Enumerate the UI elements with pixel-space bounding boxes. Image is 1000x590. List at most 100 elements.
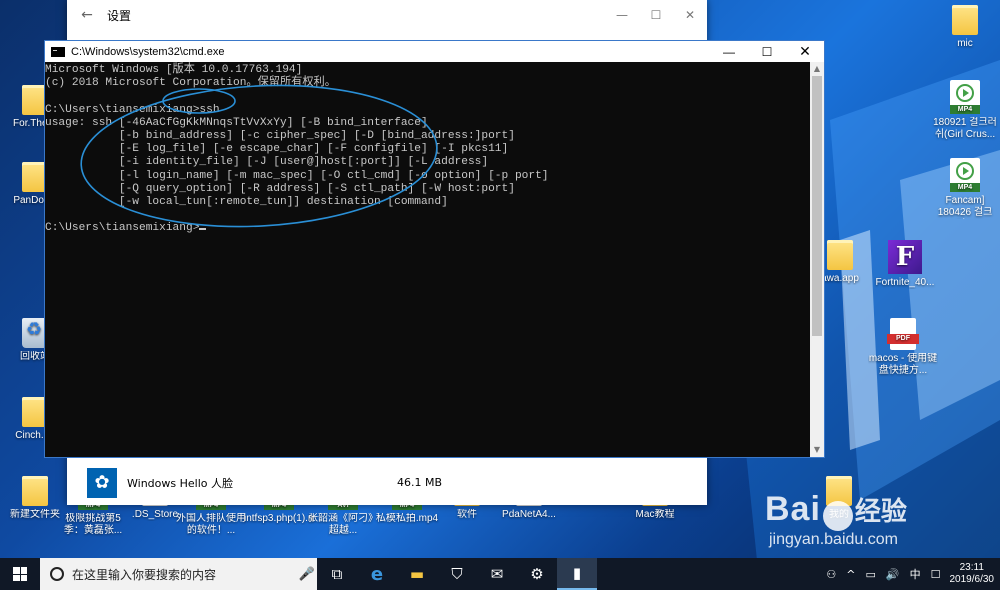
cmd-titlebar[interactable]: C:\Windows\system32\cmd.exe — ☐ ✕ xyxy=(45,41,824,62)
console-line: C:\Users\tiansemixiang> xyxy=(45,222,810,235)
folder-icon xyxy=(22,476,48,506)
cmd-icon: ▮ xyxy=(572,564,582,582)
store-icon: ⛉ xyxy=(451,565,463,583)
console-line: [-Q query_option] [-R address] [-S ctl_p… xyxy=(45,182,515,195)
console-line: usage: ssh [-46AaCfGgKkMNnqsTtVvXxYy] [-… xyxy=(45,116,428,129)
cmd-maximize-button[interactable]: ☐ xyxy=(748,45,786,59)
app-size: 46.1 MB xyxy=(397,476,443,489)
volume-icon[interactable]: 🔊 xyxy=(886,568,900,581)
clock-time: 23:11 xyxy=(959,562,984,573)
desktop-icon-mp4-180921[interactable]: MP4 180921 걸크러쉬(Girl Crus... xyxy=(930,80,1000,141)
cmd-window[interactable]: C:\Windows\system32\cmd.exe — ☐ ✕ Micros… xyxy=(44,40,825,458)
cmd-title: C:\Windows\system32\cmd.exe xyxy=(71,45,225,58)
cmd-minimize-button[interactable]: — xyxy=(710,45,748,59)
text-cursor xyxy=(199,228,207,231)
console-line: [-b bind_address] [-c cipher_spec] [-D [… xyxy=(45,129,515,142)
play-icon xyxy=(956,162,974,180)
console-line: [-E log_file] [-e escape_char] [-F confi… xyxy=(45,143,509,156)
desktop-icon-label: 外国人排队使用的软件！... xyxy=(176,513,246,536)
taskbar-button-mail[interactable]: ✉ xyxy=(477,558,517,590)
taskbar-button-cmd[interactable]: ▮ xyxy=(557,558,597,590)
notification-icon[interactable]: ☐ xyxy=(931,568,941,581)
scroll-up-icon[interactable]: ▲ xyxy=(810,62,824,76)
app-list-item-windows-hello[interactable]: ✿ Windows Hello 人脸 46.1 MB xyxy=(67,460,707,505)
cmd-close-button[interactable]: ✕ xyxy=(786,43,824,60)
app-name: Windows Hello 人脸 xyxy=(127,476,233,490)
desktop-icon-label: 软件 xyxy=(457,509,477,520)
settings-titlebar[interactable]: ← 设置 — ☐ ✕ xyxy=(67,0,707,30)
people-icon[interactable]: ⚇ xyxy=(826,568,836,581)
video-file-icon: MP4 xyxy=(950,158,980,192)
taskbar-search-box[interactable]: 在这里输入你要搜索的内容 🎤 xyxy=(40,558,317,590)
taskbar-button-edge[interactable]: e xyxy=(357,558,397,590)
cmd-scrollbar[interactable]: ▲ ▼ xyxy=(810,62,824,457)
taskbar: 在这里输入你要搜索的内容 🎤 ⧉ e ▬ ⛉ ✉ ⚙ ▮ ⚇ ^ ▭ 🔊 中 ☐ 23:11… xyxy=(0,558,1000,590)
clock[interactable]: 23:11 2019/6/30 xyxy=(950,562,995,586)
settings-close-button[interactable]: ✕ xyxy=(673,8,707,22)
gear-icon: ⚙ xyxy=(530,565,544,583)
clock-date: 2019/6/30 xyxy=(949,574,995,585)
cortana-icon xyxy=(50,567,64,581)
search-placeholder: 在这里输入你要搜索的内容 xyxy=(72,567,217,582)
start-button[interactable] xyxy=(0,558,40,590)
edge-icon: e xyxy=(370,563,384,585)
file-type-tag: MP4 xyxy=(950,183,980,192)
taskbar-button-task-view[interactable]: ⧉ xyxy=(317,558,357,590)
tray-expand-icon[interactable]: ^ xyxy=(846,568,855,581)
desktop-icon-label: PdaNetA4... xyxy=(502,509,556,520)
file-type-tag: PDF xyxy=(887,334,919,344)
desktop-icon-label: mic xyxy=(957,38,973,49)
taskbar-button-settings[interactable]: ⚙ xyxy=(517,558,557,590)
settings-minimize-button[interactable]: — xyxy=(605,8,639,22)
watermark-url: jingyan.baidu.com xyxy=(769,530,898,548)
desktop-icon-label: 我的 xyxy=(829,509,849,520)
system-tray: ⚇ ^ ▭ 🔊 中 ☐ 23:11 2019/6/30 xyxy=(821,562,1000,586)
settings-title: 设置 xyxy=(107,8,132,23)
desktop-icon-mp4-fancam[interactable]: MP4 Fancam] 180426 걸크러... xyxy=(930,158,1000,219)
console-line: [-i identity_file] [-J [user@]host[:port… xyxy=(45,156,489,169)
scroll-thumb[interactable] xyxy=(812,76,822,336)
pdf-file-icon: PDF xyxy=(887,318,919,350)
desktop-icon-fortnite[interactable]: F Fortnite_40... xyxy=(870,240,940,289)
network-icon[interactable]: ▭ xyxy=(866,568,876,581)
play-icon xyxy=(956,84,974,102)
windows-hello-icon: ✿ xyxy=(87,467,117,498)
scroll-down-icon[interactable]: ▼ xyxy=(810,443,824,457)
folder-icon xyxy=(827,240,853,270)
file-type-tag: MP4 xyxy=(950,105,980,114)
console-line: C:\Users\tiansemixiang>ssh xyxy=(45,103,220,116)
video-file-icon: MP4 xyxy=(950,80,980,114)
microphone-icon[interactable]: 🎤 xyxy=(297,566,317,582)
folder-icon xyxy=(826,476,852,506)
fortnite-app-icon: F xyxy=(888,240,922,274)
desktop-icon-label: 张韶涵《阿刁》超越... xyxy=(308,513,378,536)
desktop-icon-label: Mac教程 xyxy=(635,509,675,520)
desktop-icon-label: 极限挑战第5季：黄磊张... xyxy=(63,513,123,536)
taskbar-button-store[interactable]: ⛉ xyxy=(437,558,477,590)
folder-icon: ▬ xyxy=(409,565,425,583)
folder-icon xyxy=(952,5,978,35)
task-view-icon: ⧉ xyxy=(331,565,343,583)
ime-indicator[interactable]: 中 xyxy=(910,566,921,582)
desktop-icon-label: 180921 걸크러쉬(Girl Crus... xyxy=(933,117,997,140)
desktop-icon-mic[interactable]: mic xyxy=(930,5,1000,50)
console-line: [-l login_name] [-m mac_spec] [-O ctl_cm… xyxy=(45,169,549,182)
desktop-icon-label: Fancam] 180426 걸크러... xyxy=(937,195,993,218)
console-line: Microsoft Windows [版本 10.0.17763.194] xyxy=(45,64,303,76)
console-line: [-w local_tun[:remote_tun]] destination … xyxy=(45,195,448,208)
back-arrow-icon[interactable]: ← xyxy=(67,7,107,23)
desktop-icon-label: macos - 使用键盘快捷方... xyxy=(868,353,938,376)
windows-logo-icon xyxy=(13,567,27,581)
console-output[interactable]: Microsoft Windows [版本 10.0.17763.194] (c)… xyxy=(45,62,810,457)
desktop-icon-macos-pdf[interactable]: PDF macos - 使用键盘快捷方... xyxy=(868,318,938,377)
desktop-icon-wode[interactable]: 我的 xyxy=(804,476,874,521)
mail-icon: ✉ xyxy=(490,565,504,583)
cmd-icon xyxy=(51,46,65,57)
desktop-icon-label: Fortnite_40... xyxy=(875,277,935,288)
taskbar-button-explorer[interactable]: ▬ xyxy=(397,558,437,590)
settings-maximize-button[interactable]: ☐ xyxy=(639,8,673,22)
console-line: (c) 2018 Microsoft Corporation。保留所有权利。 xyxy=(45,77,336,90)
desktop-icon-label: intfsp3.php(1).mp4 xyxy=(244,513,314,524)
